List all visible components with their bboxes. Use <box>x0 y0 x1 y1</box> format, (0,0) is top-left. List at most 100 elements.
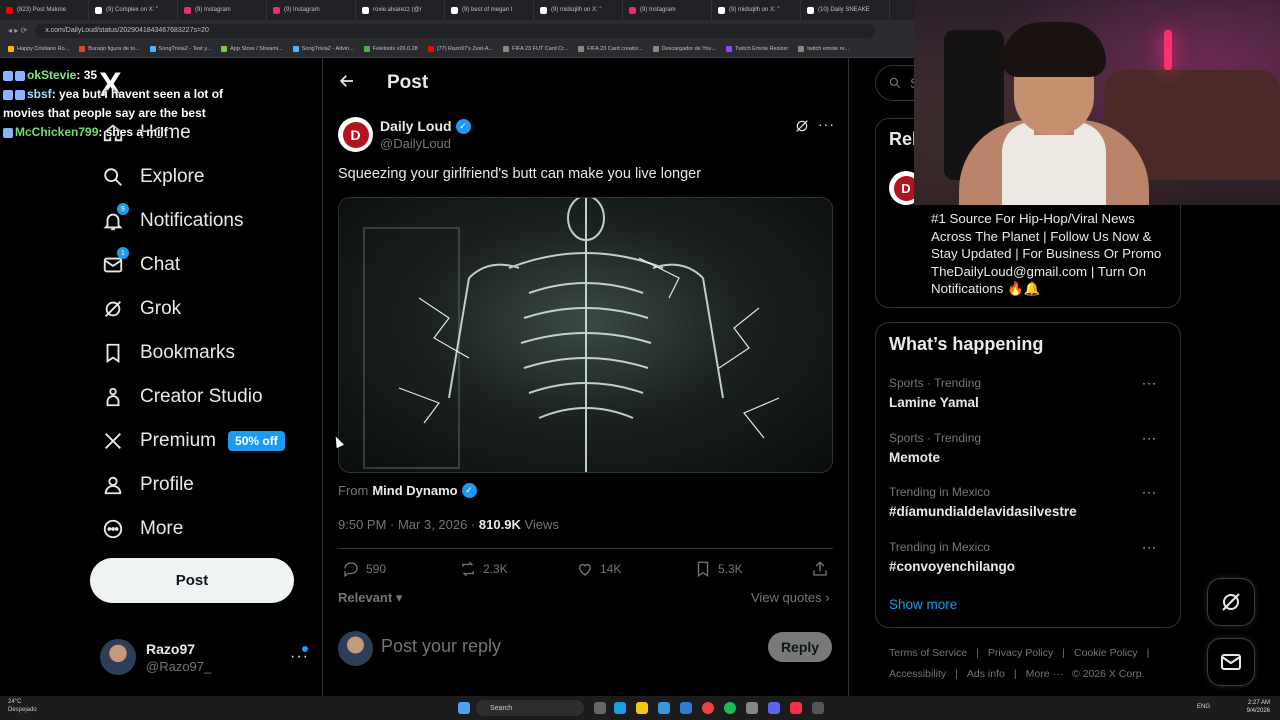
weather-widget[interactable]: 24°C Despejado <box>8 698 37 714</box>
taskbar-search[interactable]: Search <box>476 700 584 716</box>
sidebar-item-explore[interactable]: Explore <box>100 159 204 195</box>
footer-link[interactable]: More ··· <box>1026 668 1063 680</box>
sidebar-item-more[interactable]: More <box>100 511 183 547</box>
notification-badge: 9 <box>117 203 129 215</box>
bookmark-item[interactable]: Happy Cristiano Ro... <box>8 46 69 52</box>
trend-more-icon[interactable]: ··· <box>1142 431 1157 445</box>
tab-favicon-icon <box>540 6 547 14</box>
bookmark-action[interactable]: 5.3K <box>694 560 743 578</box>
sidebar-item-bookmarks[interactable]: Bookmarks <box>100 335 235 371</box>
browser-tab[interactable]: (9) Instagram <box>178 0 267 20</box>
author-name[interactable]: Daily Loud ✓ <box>380 118 471 134</box>
browser-tab[interactable]: (9) midsqilh on X: " <box>534 0 623 20</box>
reply-action[interactable]: 590 <box>342 560 386 578</box>
sidebar-item-grok[interactable]: Grok <box>100 291 181 327</box>
back-arrow-icon[interactable] <box>338 72 360 94</box>
bell-icon: 9 <box>100 203 129 234</box>
source-name[interactable]: Mind Dynamo <box>372 483 457 498</box>
sort-replies-dropdown[interactable]: Relevant ▾ <box>338 590 402 606</box>
sidebar-item-notifications[interactable]: 9 Notifications <box>100 203 244 239</box>
trend-more-icon[interactable]: ··· <box>1142 485 1157 499</box>
messages-fab[interactable] <box>1207 638 1255 686</box>
music-icon[interactable] <box>790 702 802 714</box>
store-icon[interactable] <box>658 702 670 714</box>
footer-link[interactable]: Ads info <box>967 668 1005 680</box>
trend-item[interactable]: Sports · Trending Lamine Yamal ··· <box>889 376 1169 410</box>
post-video[interactable] <box>338 197 833 473</box>
start-icon[interactable] <box>458 702 470 714</box>
spotify-icon[interactable] <box>724 702 736 714</box>
bookmark-item[interactable]: SongTrivia2 - Advin... <box>292 46 354 52</box>
bookmark-item[interactable]: (77) Razo97's Zest-A... <box>427 46 493 52</box>
bookmark-item[interactable]: SongTrivia2 - Test y... <box>149 46 211 52</box>
footer-link[interactable]: Terms of Service <box>889 647 967 659</box>
trend-more-icon[interactable]: ··· <box>1142 376 1157 390</box>
footer-link[interactable]: Accessibility <box>889 668 946 680</box>
post-more-icon[interactable]: ··· <box>818 116 835 132</box>
clock[interactable]: 2:27 AM 9/4/2026 <box>1247 699 1270 715</box>
browser-tab[interactable]: (9) Instagram <box>267 0 356 20</box>
trend-context: Trending in Mexico <box>889 485 990 499</box>
browser-tab[interactable]: (9) best of megan t <box>445 0 534 20</box>
bookmark-item[interactable]: Descargador de You... <box>652 46 716 52</box>
sidebar-item-profile[interactable]: Profile <box>100 467 194 503</box>
post-time[interactable]: 9:50 PM · Mar 3, 2026 · <box>338 517 479 532</box>
task-view-icon[interactable] <box>594 702 606 714</box>
search-icon <box>100 164 126 190</box>
sidebar-item-chat[interactable]: 1 Chat <box>100 247 180 283</box>
bookmark-favicon-icon <box>578 46 585 52</box>
bookmark-favicon-icon <box>8 46 14 52</box>
url-field[interactable]: x.com/DailyLoud/status/20290418434676832… <box>35 23 876 38</box>
bookmark-favicon-icon <box>221 46 228 52</box>
share-action[interactable] <box>811 560 835 578</box>
browser-nav-icons[interactable]: ◂ ▸ ⟳ <box>8 26 27 35</box>
bookmark-item[interactable]: App Store / Streami... <box>221 46 283 52</box>
folder-icon[interactable] <box>636 702 648 714</box>
grok-explain-icon[interactable] <box>794 118 810 134</box>
post-button[interactable]: Post <box>90 558 294 603</box>
edge-icon[interactable] <box>614 702 626 714</box>
account-switcher[interactable]: Razo97 @Razo97_ <box>100 639 211 675</box>
bookmark-item[interactable]: Buraqo figura de to... <box>79 46 140 52</box>
relevant-people-title: Rel <box>889 129 918 149</box>
author-handle[interactable]: @DailyLoud <box>380 136 451 151</box>
chrome-icon[interactable] <box>702 702 714 714</box>
browser-tab[interactable]: (823) Post Malone <box>0 0 89 20</box>
language-indicator[interactable]: ENG <box>1197 704 1210 710</box>
app-icon[interactable] <box>812 702 824 714</box>
repost-action[interactable]: 2.3K <box>459 560 508 578</box>
bookmark-item[interactable]: twitch emote re... <box>798 46 849 52</box>
obs-icon[interactable] <box>746 702 758 714</box>
browser-tab[interactable]: (9) Complex on X: " <box>89 0 178 20</box>
browser-tab[interactable]: (9) Instagram <box>623 0 712 20</box>
sidebar-item-label: Notifications <box>140 210 244 231</box>
bookmark-item[interactable]: Feletools v26.0.28 <box>363 46 418 52</box>
trend-topic: #convoyenchilango <box>889 558 1016 574</box>
view-quotes-link[interactable]: View quotes › <box>751 590 830 605</box>
browser-tab[interactable]: roxie.alvarezz (@r <box>356 0 445 20</box>
trend-item[interactable]: Trending in Mexico #díamundialdelavidasil… <box>889 485 1169 519</box>
bookmark-label: SongTrivia2 - Advin... <box>301 46 354 52</box>
bookmark-item[interactable]: FIFA 23 FUT Card Cr... <box>503 46 568 52</box>
browser-tab[interactable]: (10) Daily SNEAKE <box>801 0 890 20</box>
footer-link[interactable]: Privacy Policy <box>988 647 1053 659</box>
trend-item[interactable]: Sports · Trending Memote ··· <box>889 431 1169 465</box>
grok-fab[interactable] <box>1207 578 1255 626</box>
footer-link[interactable]: © 2026 X Corp. <box>1072 668 1145 680</box>
browser-tab[interactable]: (9) midsqilh on X: " <box>712 0 801 20</box>
trend-item[interactable]: Trending in Mexico #convoyenchilango ··· <box>889 540 1169 574</box>
discord-icon[interactable] <box>768 702 780 714</box>
author-avatar[interactable]: D <box>338 117 373 152</box>
bookmark-item[interactable]: Twitch Emote Resizer <box>726 46 788 52</box>
trend-more-icon[interactable]: ··· <box>1142 540 1157 554</box>
mail-app-icon[interactable] <box>680 702 692 714</box>
show-more-link[interactable]: Show more <box>889 597 957 612</box>
sidebar-item-premium[interactable]: Premium 50% off <box>100 423 285 459</box>
footer-link[interactable]: Cookie Policy <box>1074 647 1138 659</box>
bookmark-item[interactable]: FIFA 23 Card creator... <box>578 46 643 52</box>
reply-input[interactable]: Post your reply <box>381 636 501 657</box>
sidebar-item-creator-studio[interactable]: Creator Studio <box>100 379 263 415</box>
bookmark-icon <box>697 561 709 578</box>
like-action[interactable]: 14K <box>576 560 621 578</box>
reply-button[interactable]: Reply <box>768 632 832 662</box>
